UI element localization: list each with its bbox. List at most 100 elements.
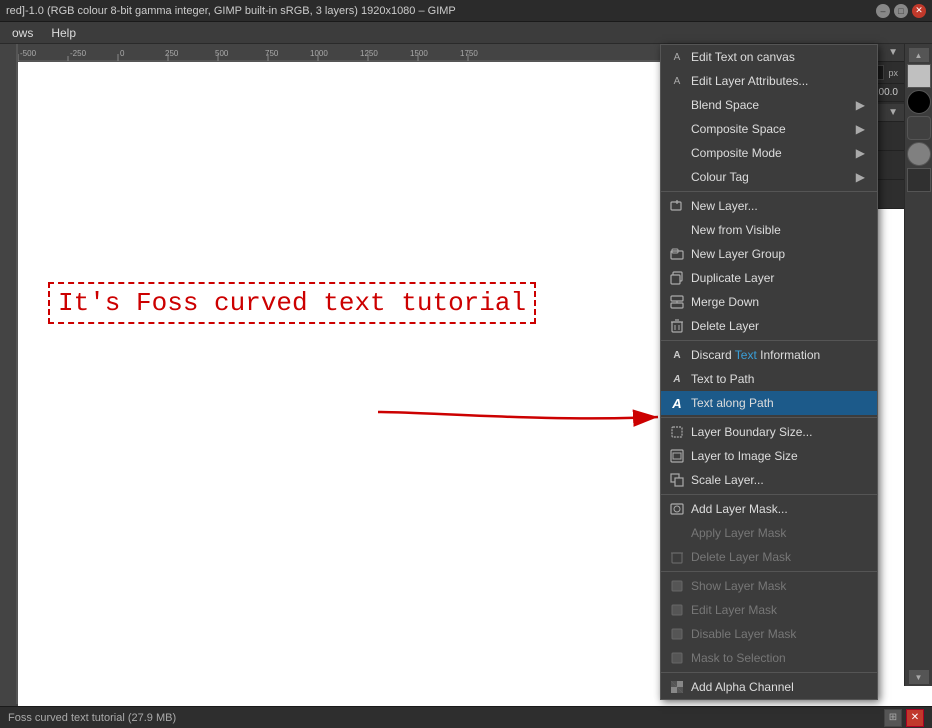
layer-boundary-icon — [669, 424, 685, 440]
show-mask-icon — [669, 578, 685, 594]
edit-attr-icon: A — [669, 73, 685, 89]
ctx-label: Edit Layer Attributes... — [691, 74, 808, 88]
layer-image-icon — [669, 448, 685, 464]
colour-tag-icon — [669, 169, 685, 185]
edit-mask-icon — [669, 602, 685, 618]
submenu-arrow: ▶ — [856, 170, 865, 184]
brush-swatch-4[interactable] — [907, 142, 931, 166]
ctx-new-layer-group[interactable]: New Layer Group — [661, 242, 877, 266]
scroll-down-btn[interactable]: ▼ — [909, 670, 929, 684]
disable-mask-icon — [669, 626, 685, 642]
ctx-label: Discard Text Information — [691, 348, 820, 362]
delete-layer-icon — [669, 318, 685, 334]
composite-space-icon — [669, 121, 685, 137]
canvas-text: It's Foss curved text tutorial — [48, 282, 536, 324]
ctx-blend-space[interactable]: Blend Space ▶ — [661, 93, 877, 117]
ctx-separator-3 — [661, 417, 877, 418]
ctx-add-alpha-channel[interactable]: Add Alpha Channel — [661, 675, 877, 699]
minimize-button[interactable]: – — [876, 4, 890, 18]
ctx-add-layer-mask[interactable]: Add Layer Mask... — [661, 497, 877, 521]
brush-swatch-3[interactable] — [907, 116, 931, 140]
svg-text:1250: 1250 — [360, 49, 378, 58]
ctx-label: New Layer Group — [691, 247, 785, 261]
ctx-layer-boundary-size[interactable]: Layer Boundary Size... — [661, 420, 877, 444]
status-btn-2[interactable]: ✕ — [906, 709, 924, 727]
new-group-icon — [669, 246, 685, 262]
ctx-label: Edit Layer Mask — [691, 603, 777, 617]
ctx-new-layer[interactable]: New Layer... — [661, 194, 877, 218]
ctx-apply-layer-mask: Apply Layer Mask — [661, 521, 877, 545]
status-right-buttons: ⊞ ✕ — [884, 709, 924, 727]
composite-mode-icon — [669, 145, 685, 161]
scroll-up-btn[interactable]: ▲ — [909, 48, 929, 62]
layers-collapse[interactable]: ▼ — [888, 107, 898, 118]
ctx-discard-text-info[interactable]: A Discard Text Information — [661, 343, 877, 367]
new-layer-icon — [669, 198, 685, 214]
ctx-label: Composite Space — [691, 122, 786, 136]
ctx-label: Add Layer Mask... — [691, 502, 788, 516]
close-button[interactable]: ✕ — [912, 4, 926, 18]
ctx-label: Apply Layer Mask — [691, 526, 786, 540]
ctx-show-layer-mask: Show Layer Mask — [661, 574, 877, 598]
ctx-edit-layer-mask: Edit Layer Mask — [661, 598, 877, 622]
svg-text:1750: 1750 — [460, 49, 478, 58]
maximize-button[interactable]: □ — [894, 4, 908, 18]
brush-swatch-5[interactable] — [907, 168, 931, 192]
ruler-vertical — [0, 44, 18, 708]
ctx-label: Edit Text on canvas — [691, 50, 795, 64]
pointer-arrow — [368, 372, 688, 452]
ctx-delete-layer[interactable]: Delete Layer — [661, 314, 877, 338]
ctx-colour-tag[interactable]: Colour Tag ▶ — [661, 165, 877, 189]
ctx-composite-mode[interactable]: Composite Mode ▶ — [661, 141, 877, 165]
ctx-separator-5 — [661, 571, 877, 572]
title-bar: red]-1.0 (RGB colour 8-bit gamma integer… — [0, 0, 932, 22]
ctx-text-along-path[interactable]: A Text along Path — [661, 391, 877, 415]
menu-help[interactable]: Help — [43, 24, 84, 42]
brushes-panel: ▲ ▼ — [904, 44, 932, 686]
ctx-composite-space[interactable]: Composite Space ▶ — [661, 117, 877, 141]
ctx-delete-layer-mask: Delete Layer Mask — [661, 545, 877, 569]
discard-text-icon: A — [669, 347, 685, 363]
ctx-label: Blend Space — [691, 98, 759, 112]
ctx-separator-4 — [661, 494, 877, 495]
ctx-label: Layer to Image Size — [691, 449, 798, 463]
svg-text:500: 500 — [215, 49, 229, 58]
ctx-label: Colour Tag — [691, 170, 749, 184]
menu-windows[interactable]: ows — [4, 24, 41, 42]
ctx-separator-6 — [661, 672, 877, 673]
submenu-arrow: ▶ — [856, 146, 865, 160]
ctx-scale-layer[interactable]: Scale Layer... — [661, 468, 877, 492]
status-bar: Foss curved text tutorial (27.9 MB) ⊞ ✕ — [0, 706, 932, 728]
ctx-separator-1 — [661, 191, 877, 192]
ctx-label: Scale Layer... — [691, 473, 764, 487]
ctx-label: New Layer... — [691, 199, 758, 213]
ctx-label: Disable Layer Mask — [691, 627, 796, 641]
ctx-label: New from Visible — [691, 223, 781, 237]
size-unit: px — [888, 68, 898, 78]
ctx-merge-down[interactable]: Merge Down — [661, 290, 877, 314]
svg-text:0: 0 — [120, 49, 125, 58]
ctx-duplicate-layer[interactable]: Duplicate Layer — [661, 266, 877, 290]
mask-sel-icon — [669, 650, 685, 666]
brush-swatch-2[interactable] — [907, 90, 931, 114]
ctx-label: Mask to Selection — [691, 651, 786, 665]
ctx-edit-layer-attributes[interactable]: A Edit Layer Attributes... — [661, 69, 877, 93]
svg-text:1000: 1000 — [310, 49, 328, 58]
submenu-arrow: ▶ — [856, 122, 865, 136]
ctx-disable-layer-mask: Disable Layer Mask — [661, 622, 877, 646]
menu-bar: ows Help — [0, 22, 932, 44]
ctx-mask-to-selection: Mask to Selection — [661, 646, 877, 670]
ctx-label: Text to Path — [691, 372, 754, 386]
collapse-icon[interactable]: ▼ — [888, 47, 898, 58]
main-area: -500 -250 0 250 500 750 1000 1250 1500 1… — [0, 44, 932, 708]
ctx-layer-to-image-size[interactable]: Layer to Image Size — [661, 444, 877, 468]
svg-text:1500: 1500 — [410, 49, 428, 58]
ctx-new-from-visible[interactable]: New from Visible — [661, 218, 877, 242]
status-btn-1[interactable]: ⊞ — [884, 709, 902, 727]
brush-swatch-1[interactable] — [907, 64, 931, 88]
ctx-text-to-path[interactable]: A Text to Path — [661, 367, 877, 391]
ctx-edit-text-on-canvas[interactable]: A Edit Text on canvas — [661, 45, 877, 69]
ctx-label: Delete Layer — [691, 319, 759, 333]
ctx-label: Duplicate Layer — [691, 271, 774, 285]
ctx-label: Delete Layer Mask — [691, 550, 791, 564]
